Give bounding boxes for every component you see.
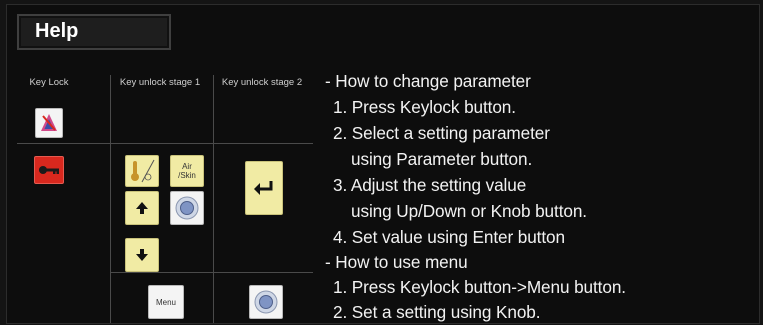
table-divider <box>17 143 313 144</box>
menu-button[interactable]: Menu <box>148 285 184 319</box>
enter-button[interactable] <box>245 161 283 215</box>
instruction-step-continued: using Up/Down or Knob button. <box>351 201 587 221</box>
table-divider <box>110 272 313 273</box>
instruction-step: 3. Adjust the setting value <box>333 175 527 195</box>
arrow-down-icon <box>136 249 148 261</box>
instruction-step: 1. Press Keylock button. <box>333 97 516 117</box>
air-skin-label: Air /Skin <box>178 162 196 180</box>
title-box: Help <box>17 14 171 50</box>
knob-button[interactable] <box>170 191 204 225</box>
header-key-unlock-stage-1: Key unlock stage 1 <box>119 77 201 88</box>
knob-icon <box>254 290 278 314</box>
keylock-button[interactable] <box>35 108 63 138</box>
instruction-heading-parameter: - How to change parameter <box>325 71 531 91</box>
arrow-up-icon <box>136 202 148 214</box>
up-button[interactable] <box>125 191 159 225</box>
knob-button-stage-2[interactable] <box>249 285 283 319</box>
parameter-button[interactable] <box>125 155 159 187</box>
table-divider <box>213 75 214 323</box>
air-skin-button[interactable]: Air /Skin <box>170 155 204 187</box>
page-title: Help <box>35 20 79 42</box>
down-button[interactable] <box>125 238 159 272</box>
header-key-unlock-stage-2: Key unlock stage 2 <box>221 77 303 88</box>
thermometer-icon <box>131 159 155 183</box>
instruction-step: 2. Set a setting using Knob. <box>333 302 541 322</box>
keylock-icon <box>41 114 57 131</box>
enter-icon <box>254 181 273 195</box>
knob-icon <box>175 196 199 220</box>
help-screen: Help Key Lock Key unlock stage 1 Key unl… <box>6 4 760 324</box>
key-icon <box>39 166 59 174</box>
instruction-step-continued: using Parameter button. <box>351 149 533 169</box>
menu-label: Menu <box>155 297 176 307</box>
instruction-step: 1. Press Keylock button->Menu button. <box>333 277 626 297</box>
instruction-step: 4. Set value using Enter button <box>333 227 565 247</box>
key-button[interactable] <box>34 156 64 184</box>
instruction-heading-menu: - How to use menu <box>325 252 468 272</box>
header-key-lock: Key Lock <box>29 77 69 88</box>
instruction-step: 2. Select a setting parameter <box>333 123 550 143</box>
table-divider <box>110 75 111 323</box>
